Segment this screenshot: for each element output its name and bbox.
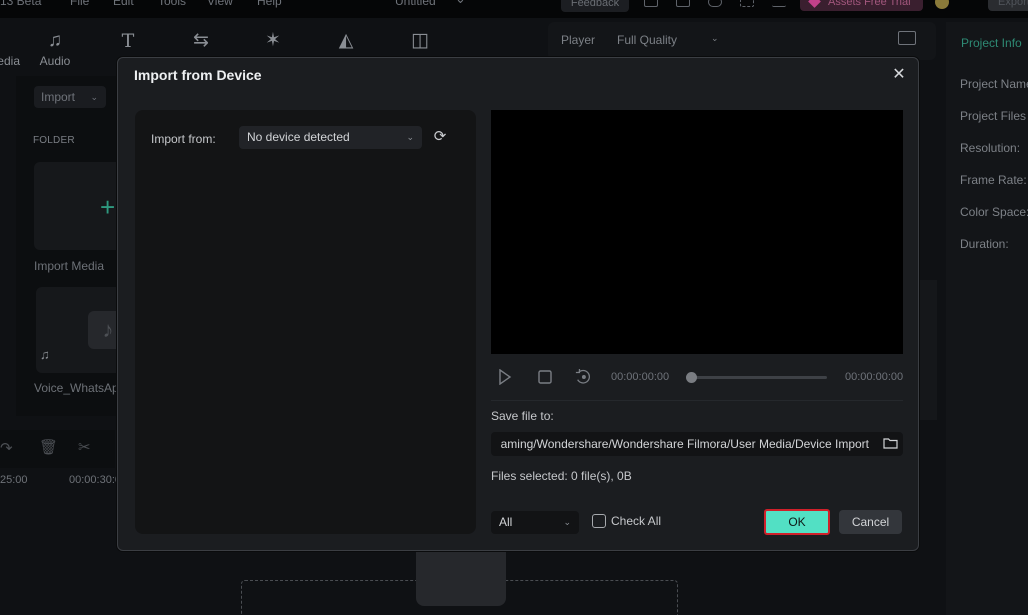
list-icon[interactable] xyxy=(772,0,786,7)
dialog-title: Import from Device xyxy=(134,67,262,83)
music-note-icon: ♫ xyxy=(47,30,63,51)
quality-dropdown[interactable]: Full Quality xyxy=(617,33,677,47)
tab-media[interactable]: Media xyxy=(0,30,20,68)
tile-label: Voice_WhatsAp xyxy=(34,381,119,395)
delete-icon[interactable]: 🗑︎ xyxy=(39,438,58,456)
chevron-down-icon: ⌄ xyxy=(90,92,98,102)
gem-icon xyxy=(808,0,821,8)
app-window: 13 Beta File Edit Tools View Help Untitl… xyxy=(0,0,1028,615)
info-row: Project Name xyxy=(960,77,1028,91)
save-to-label: Save file to: xyxy=(491,409,554,423)
effects-icon: ✶ xyxy=(265,30,281,51)
import-from-label: Import from: xyxy=(151,132,216,146)
info-row: Resolution: xyxy=(960,141,1021,155)
player-label: Player xyxy=(561,33,596,47)
check-all-checkbox[interactable]: Check All xyxy=(592,514,661,528)
avatar[interactable] xyxy=(935,0,949,9)
text-icon: T xyxy=(121,30,135,52)
checkbox-box[interactable] xyxy=(592,514,606,528)
ok-button[interactable]: OK xyxy=(764,509,830,535)
project-info-panel: Project Info Project Name Project Files … xyxy=(946,22,1028,615)
tab-audio[interactable]: ♫ Audio xyxy=(35,30,75,68)
play-icon[interactable] xyxy=(498,369,512,385)
gamepad-icon[interactable] xyxy=(708,0,722,7)
close-icon[interactable]: ✕ xyxy=(888,64,910,86)
file-type-filter[interactable]: All ⌄ xyxy=(491,511,579,534)
save-icon[interactable] xyxy=(676,0,690,7)
audio-badge-icon: ♫ xyxy=(40,347,50,362)
chevron-down-circle-icon[interactable]: ⌄ xyxy=(455,0,466,7)
templates-icon: ◫ xyxy=(411,30,429,51)
import-media-tile[interactable]: + xyxy=(34,162,124,250)
layout-icon[interactable] xyxy=(644,0,658,7)
info-row: Frame Rate: xyxy=(960,173,1027,187)
headset-icon[interactable] xyxy=(740,0,754,7)
device-select[interactable]: No device detected ⌄ xyxy=(239,126,422,149)
import-dropdown[interactable]: Import ⌄ xyxy=(34,86,106,108)
progress-track[interactable] xyxy=(690,376,827,379)
folder-label: FOLDER xyxy=(33,135,75,146)
video-preview xyxy=(491,110,903,354)
transition-icon: ⇆ xyxy=(193,30,209,51)
info-row: Project Files L xyxy=(960,109,1028,123)
tab-titles[interactable]: T xyxy=(108,30,148,52)
save-path-field[interactable]: aming/Wondershare/Wondershare Filmora/Us… xyxy=(491,432,903,456)
tab-project-info[interactable]: Project Info xyxy=(961,36,1022,50)
media-placeholder-icon xyxy=(416,548,506,606)
menu-tools[interactable]: Tools xyxy=(158,0,186,8)
snapshot-icon[interactable] xyxy=(573,369,593,385)
player-bar: Player Full Quality ⌄ xyxy=(548,22,936,60)
import-from-device-dialog: Import from Device ✕ Import from: No dev… xyxy=(117,57,919,551)
export-button[interactable]: Export xyxy=(988,0,1028,11)
stickers-icon: ◭ xyxy=(338,30,354,51)
app-title: 13 Beta xyxy=(0,0,42,8)
assets-trial-button[interactable]: Assets Free Trial xyxy=(800,0,923,11)
device-file-list: Import from: No device detected ⌄ ⟳ xyxy=(135,110,476,534)
project-title: Untitled xyxy=(395,0,436,8)
menu-help[interactable]: Help xyxy=(257,0,282,8)
tile-label: Import Media xyxy=(34,259,105,273)
info-row: Color Space: xyxy=(960,205,1028,219)
redo-icon[interactable]: ↷ xyxy=(0,439,13,457)
folder-icon[interactable] xyxy=(883,437,898,449)
media-item-tile[interactable]: ♪ ♫ xyxy=(36,287,128,373)
feedback-button[interactable]: Feedback xyxy=(561,0,629,12)
refresh-icon[interactable]: ⟳ xyxy=(431,127,449,147)
tab-stickers[interactable]: ◭ xyxy=(326,30,366,52)
info-row: Duration: xyxy=(960,237,1009,251)
chevron-down-icon: ⌄ xyxy=(406,132,414,142)
cancel-button[interactable]: Cancel xyxy=(839,510,902,534)
plus-icon: + xyxy=(100,192,116,222)
media-icon xyxy=(0,30,20,52)
timeline-toolbar: ↷ 🗑︎ ✂ xyxy=(0,430,115,468)
progress-knob[interactable] xyxy=(686,372,697,383)
scissors-icon[interactable]: ✂ xyxy=(78,438,91,456)
total-time: 00:00:00:00 xyxy=(845,371,904,383)
divider xyxy=(491,400,903,401)
tab-transitions[interactable]: ⇆ xyxy=(181,30,221,52)
menu-edit[interactable]: Edit xyxy=(113,0,134,8)
files-selected-status: Files selected: 0 file(s), 0B xyxy=(491,469,632,483)
waveform-icon[interactable] xyxy=(898,31,916,45)
stop-icon[interactable] xyxy=(537,369,553,385)
menu-view[interactable]: View xyxy=(207,0,233,8)
chevron-down-icon: ⌄ xyxy=(563,517,571,527)
tab-templates[interactable]: ◫ xyxy=(400,30,440,52)
chevron-down-icon: ⌄ xyxy=(711,33,719,43)
tab-effects[interactable]: ✶ xyxy=(253,30,293,52)
menu-bar: 13 Beta File Edit Tools View Help Untitl… xyxy=(0,0,1028,18)
current-time: 00:00:00:00 xyxy=(611,371,670,383)
menu-file[interactable]: File xyxy=(70,0,89,8)
